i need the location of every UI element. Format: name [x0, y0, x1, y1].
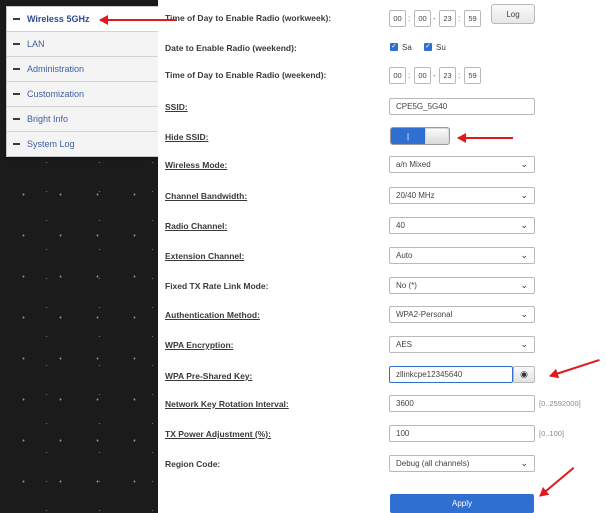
- sidebar-item-label: Wireless 5GHz: [27, 14, 90, 24]
- weekend-time-label: Time of Day to Enable Radio (weekend):: [165, 70, 327, 80]
- tx-power-label: TX Power Adjustment (%):: [165, 429, 271, 439]
- tx-power-input[interactable]: 100: [389, 425, 535, 442]
- chevron-down-icon: ⌄: [520, 309, 528, 319]
- workweek-end-hour[interactable]: 23: [439, 10, 456, 27]
- select-value: 40: [396, 221, 405, 230]
- sidebar-item-label: Administration: [27, 64, 85, 74]
- weekend-days-label: Date to Enable Radio (weekend):: [165, 43, 297, 53]
- ssid-label: SSID:: [165, 102, 188, 112]
- weekend-day-su: Su: [436, 43, 446, 52]
- hide-ssid-toggle[interactable]: |: [390, 127, 450, 145]
- wireless-mode-select[interactable]: a/n Mixed ⌄: [389, 156, 535, 173]
- sidebar-item-system-log[interactable]: System Log: [7, 132, 159, 156]
- time-separator: -: [433, 71, 436, 80]
- checkbox-checked-icon[interactable]: ✓: [424, 43, 432, 51]
- chevron-down-icon: ⌄: [520, 280, 528, 290]
- sidebar-item-bright-info[interactable]: Bright Info: [7, 107, 159, 132]
- workweek-start-hour[interactable]: 00: [389, 10, 406, 27]
- tx-power-range: [0..100]: [539, 429, 565, 438]
- auth-method-label: Authentication Method:: [165, 310, 260, 320]
- dash-icon: [13, 43, 20, 45]
- psk-label: WPA Pre-Shared Key:: [165, 371, 253, 381]
- time-separator: :: [408, 71, 411, 80]
- select-value: 20/40 MHz: [396, 191, 435, 200]
- key-rotation-input[interactable]: 3600: [389, 395, 535, 412]
- extension-channel-label: Extension Channel:: [165, 251, 245, 261]
- key-rotation-label: Network Key Rotation Interval:: [165, 399, 289, 409]
- weekend-start-minute[interactable]: 00: [414, 67, 431, 84]
- region-code-select[interactable]: Debug (all channels) ⌄: [389, 455, 535, 472]
- chevron-down-icon: ⌄: [520, 250, 528, 260]
- fixed-tx-label: Fixed TX Rate Link Mode:: [165, 281, 269, 291]
- select-value: Debug (all channels): [396, 459, 470, 468]
- annotation-arrow-icon: [457, 133, 513, 143]
- weekend-end-hour[interactable]: 23: [439, 67, 456, 84]
- ssid-input[interactable]: CPE5G_5G40: [389, 98, 535, 115]
- sidebar-item-label: System Log: [27, 139, 75, 149]
- sidebar-item-label: Customization: [27, 89, 85, 99]
- weekend-end-minute[interactable]: 59: [464, 67, 481, 84]
- workweek-start-minute[interactable]: 00: [414, 10, 431, 27]
- hide-ssid-label: Hide SSID:: [165, 132, 209, 142]
- auth-method-select[interactable]: WPA2-Personal ⌄: [389, 306, 535, 323]
- sidebar-item-label: LAN: [27, 39, 45, 49]
- wireless-mode-label: Wireless Mode:: [165, 160, 228, 170]
- sidebar-item-administration[interactable]: Administration: [7, 57, 159, 82]
- dash-icon: [13, 143, 20, 145]
- dash-icon: [13, 68, 20, 70]
- time-separator: :: [458, 14, 461, 23]
- chevron-down-icon: ⌄: [520, 220, 528, 230]
- dash-icon: [13, 18, 20, 20]
- chevron-down-icon: ⌄: [520, 159, 528, 169]
- chevron-down-icon: ⌄: [520, 458, 528, 468]
- channel-bandwidth-select[interactable]: 20/40 MHz ⌄: [389, 187, 535, 204]
- select-value: No (*): [396, 281, 417, 290]
- select-value: a/n Mixed: [396, 160, 431, 169]
- settings-panel: Time of Day to Enable Radio (workweek): …: [158, 0, 606, 513]
- annotation-arrow-icon: [99, 15, 176, 25]
- sidebar-item-customization[interactable]: Customization: [7, 82, 159, 107]
- chevron-down-icon: ⌄: [520, 190, 528, 200]
- sidebar-menu: Wireless 5GHz LAN Administration Customi…: [6, 6, 160, 157]
- checkbox-checked-icon[interactable]: ✓: [390, 43, 398, 51]
- eye-icon[interactable]: ◉: [513, 366, 535, 383]
- sidebar-item-lan[interactable]: LAN: [7, 32, 159, 57]
- radio-channel-label: Radio Channel:: [165, 221, 228, 231]
- dash-icon: [13, 118, 20, 120]
- workweek-end-minute[interactable]: 59: [464, 10, 481, 27]
- weekend-start-hour[interactable]: 00: [389, 67, 406, 84]
- dash-icon: [13, 93, 20, 95]
- extension-channel-select[interactable]: Auto ⌄: [389, 247, 535, 264]
- region-code-label: Region Code:: [165, 459, 221, 469]
- log-button[interactable]: Log: [491, 4, 535, 24]
- chevron-down-icon: ⌄: [520, 339, 528, 349]
- toggle-knob: [426, 129, 448, 143]
- fixed-tx-select[interactable]: No (*) ⌄: [389, 277, 535, 294]
- sidebar: Wireless 5GHz LAN Administration Customi…: [0, 0, 160, 513]
- wpa-encryption-select[interactable]: AES ⌄: [389, 336, 535, 353]
- weekend-day-sa: Sa: [402, 43, 412, 52]
- time-separator: :: [458, 71, 461, 80]
- time-separator: :: [408, 14, 411, 23]
- workweek-time-label: Time of Day to Enable Radio (workweek):: [165, 13, 332, 23]
- select-value: AES: [396, 340, 413, 349]
- toggle-on-segment: |: [391, 128, 425, 144]
- time-separator: -: [433, 14, 436, 23]
- wpa-encryption-label: WPA Encryption:: [165, 340, 234, 350]
- sidebar-item-label: Bright Info: [27, 114, 69, 124]
- apply-button[interactable]: Apply: [390, 494, 534, 513]
- select-value: WPA2-Personal: [396, 310, 453, 319]
- key-rotation-range: [0..2592000]: [539, 399, 581, 408]
- channel-bandwidth-label: Channel Bandwidth:: [165, 191, 248, 201]
- radio-channel-select[interactable]: 40 ⌄: [389, 217, 535, 234]
- select-value: Auto: [396, 251, 413, 260]
- psk-input[interactable]: zllinkcpe12345640: [389, 366, 513, 383]
